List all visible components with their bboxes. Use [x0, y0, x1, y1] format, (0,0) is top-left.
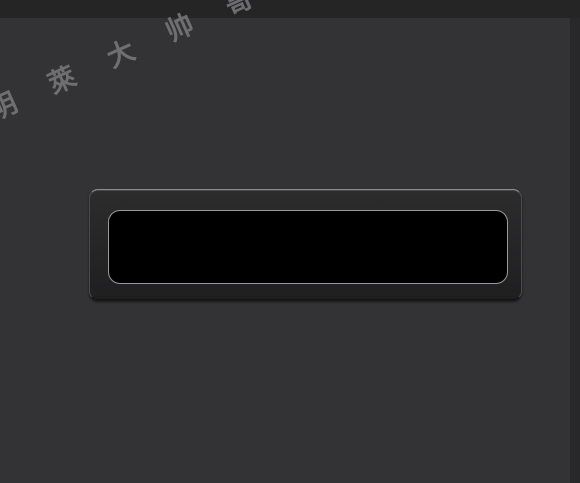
watermark-text: 明 萊 大 帅 哥	[0, 0, 271, 127]
display-frame	[89, 189, 522, 300]
right-edge-panel	[570, 18, 580, 483]
top-bar	[0, 0, 580, 18]
display-screen	[108, 210, 508, 284]
canvas-area[interactable]: 明 萊 大 帅 哥	[0, 0, 570, 483]
